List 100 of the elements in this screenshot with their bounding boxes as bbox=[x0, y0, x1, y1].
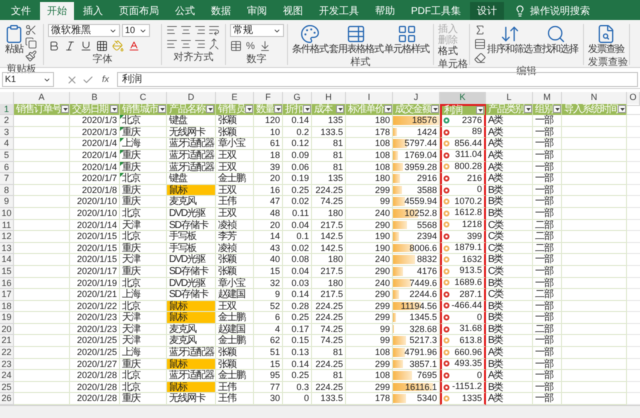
filter-button[interactable] bbox=[553, 105, 561, 114]
row-number[interactable]: 24 bbox=[0, 370, 14, 382]
sort-filter-button[interactable]: 排序和筛选 bbox=[487, 24, 532, 55]
row-number[interactable]: 25 bbox=[0, 382, 14, 394]
ribbon-tab[interactable]: PDF工具集 bbox=[404, 2, 468, 20]
invoice-check-button[interactable]: 发票查验 bbox=[588, 24, 624, 55]
filter-button[interactable] bbox=[524, 105, 532, 114]
filter-button[interactable] bbox=[618, 105, 626, 114]
filter-button[interactable] bbox=[336, 105, 344, 114]
row-number[interactable]: 13 bbox=[0, 242, 14, 254]
row-number[interactable]: 4 bbox=[0, 138, 14, 150]
ribbon-tab[interactable]: 公式 bbox=[168, 2, 202, 20]
align-top-icon[interactable] bbox=[166, 24, 178, 36]
filter-button[interactable] bbox=[274, 105, 282, 114]
table-cell: 0.25 bbox=[291, 184, 309, 195]
style-button[interactable]: 套用表格格式 bbox=[329, 24, 383, 55]
row-number[interactable]: 7 bbox=[0, 173, 14, 185]
row-number[interactable]: 3 bbox=[0, 126, 14, 138]
ribbon-tab[interactable]: 插入 bbox=[76, 2, 110, 20]
fill-color-icon[interactable] bbox=[112, 40, 124, 52]
filter-button[interactable] bbox=[110, 105, 118, 114]
row-number[interactable]: 1 bbox=[0, 104, 14, 116]
cut-icon[interactable] bbox=[25, 24, 37, 36]
ribbon-tab[interactable]: 页面布局 bbox=[112, 2, 166, 20]
wrap-text-icon[interactable] bbox=[208, 24, 220, 36]
row-number[interactable]: 8 bbox=[0, 184, 14, 196]
table-cell: 18 bbox=[270, 150, 280, 160]
filter-button[interactable] bbox=[476, 106, 484, 114]
align-left-icon[interactable] bbox=[166, 38, 178, 50]
filter-button[interactable] bbox=[158, 105, 166, 114]
font-size-field[interactable]: 10 bbox=[122, 24, 150, 37]
row-number[interactable]: 19 bbox=[0, 312, 14, 324]
search-hint[interactable]: 操作说明搜索 bbox=[530, 4, 590, 18]
row-number[interactable]: 15 bbox=[0, 266, 14, 278]
column-title: 利润 bbox=[444, 104, 462, 116]
table-cell: B类 bbox=[488, 312, 503, 323]
row-number[interactable]: 11 bbox=[0, 220, 14, 232]
style-button[interactable]: 条件格式 bbox=[292, 24, 328, 55]
cancel-icon[interactable] bbox=[66, 74, 78, 86]
align-center-icon[interactable] bbox=[180, 38, 192, 50]
table-cell: 金士鹏 bbox=[218, 370, 245, 381]
ribbon-tab[interactable]: 审阅 bbox=[240, 2, 274, 20]
table-cell: 0.04 bbox=[291, 266, 309, 276]
table-cell: 鼠标 bbox=[169, 382, 187, 392]
filter-button[interactable] bbox=[245, 105, 253, 114]
row-number[interactable]: 14 bbox=[0, 254, 14, 266]
filter-button[interactable] bbox=[303, 105, 311, 114]
ribbon-tab[interactable]: 数据 bbox=[204, 2, 238, 20]
row-number[interactable]: 20 bbox=[0, 324, 14, 336]
ribbon-tab[interactable]: 视图 bbox=[276, 2, 310, 20]
row-number[interactable]: 16 bbox=[0, 278, 14, 290]
row-number[interactable]: 10 bbox=[0, 208, 14, 220]
filter-button[interactable] bbox=[61, 105, 69, 114]
copy-icon[interactable] bbox=[25, 37, 37, 49]
function-label[interactable]: fx bbox=[98, 72, 114, 86]
align-right-icon[interactable] bbox=[194, 38, 206, 50]
percent-button[interactable]: % bbox=[246, 40, 255, 52]
number-format-field[interactable]: 常规 bbox=[230, 24, 284, 37]
align-middle-icon[interactable] bbox=[180, 24, 192, 36]
filter-button[interactable] bbox=[206, 105, 214, 114]
ribbon-tab[interactable]: 帮助 bbox=[368, 2, 402, 20]
ribbon-tab[interactable]: 开发工具 bbox=[312, 2, 366, 20]
find-button[interactable]: 查找和选择 bbox=[533, 24, 578, 55]
row-number[interactable]: 23 bbox=[0, 358, 14, 370]
column-header[interactable]: O bbox=[627, 92, 640, 106]
table-cell: 赵建国 bbox=[218, 289, 245, 300]
italic-icon[interactable] bbox=[64, 40, 76, 52]
align-bottom-icon[interactable] bbox=[194, 24, 206, 36]
row-number[interactable]: 26 bbox=[0, 393, 14, 406]
row-number[interactable]: 2 bbox=[0, 115, 14, 127]
table-cell: 王伟 bbox=[218, 393, 236, 404]
paste-button[interactable]: 粘贴 bbox=[4, 24, 24, 55]
horizontal-scrollbar[interactable] bbox=[0, 405, 640, 418]
cell-button[interactable]: 格式 bbox=[438, 46, 458, 57]
row-number[interactable]: 17 bbox=[0, 289, 14, 301]
ribbon-tab[interactable]: 文件 bbox=[4, 2, 38, 20]
underline-icon[interactable] bbox=[80, 40, 92, 52]
row-number[interactable]: 9 bbox=[0, 196, 14, 208]
name-box[interactable]: K1 bbox=[2, 72, 54, 87]
filter-button[interactable] bbox=[384, 105, 392, 114]
table-cell: 108 bbox=[374, 347, 390, 358]
ribbon-tab[interactable]: 设计 bbox=[470, 2, 504, 20]
enter-icon[interactable] bbox=[82, 74, 94, 86]
row-number[interactable]: 6 bbox=[0, 162, 14, 174]
eraser-icon[interactable] bbox=[474, 52, 486, 64]
ribbon-tab[interactable]: 开始 bbox=[40, 2, 74, 20]
row-number[interactable]: 21 bbox=[0, 335, 14, 348]
bold-icon[interactable] bbox=[48, 40, 60, 52]
row-number[interactable]: 12 bbox=[0, 231, 14, 243]
group-label: 对齐方式 bbox=[172, 50, 214, 65]
brush-icon[interactable] bbox=[25, 50, 37, 62]
row-number[interactable]: 22 bbox=[0, 347, 14, 359]
sum-icon[interactable] bbox=[474, 24, 486, 36]
font-name-field[interactable]: 微软雅黑 bbox=[48, 24, 120, 37]
row-number[interactable]: 5 bbox=[0, 150, 14, 162]
font-color-icon[interactable] bbox=[128, 40, 140, 52]
filter-button[interactable] bbox=[431, 105, 439, 114]
border-icon[interactable] bbox=[96, 40, 108, 52]
style-button[interactable]: 单元格样式 bbox=[384, 24, 429, 55]
row-number[interactable]: 18 bbox=[0, 300, 14, 312]
